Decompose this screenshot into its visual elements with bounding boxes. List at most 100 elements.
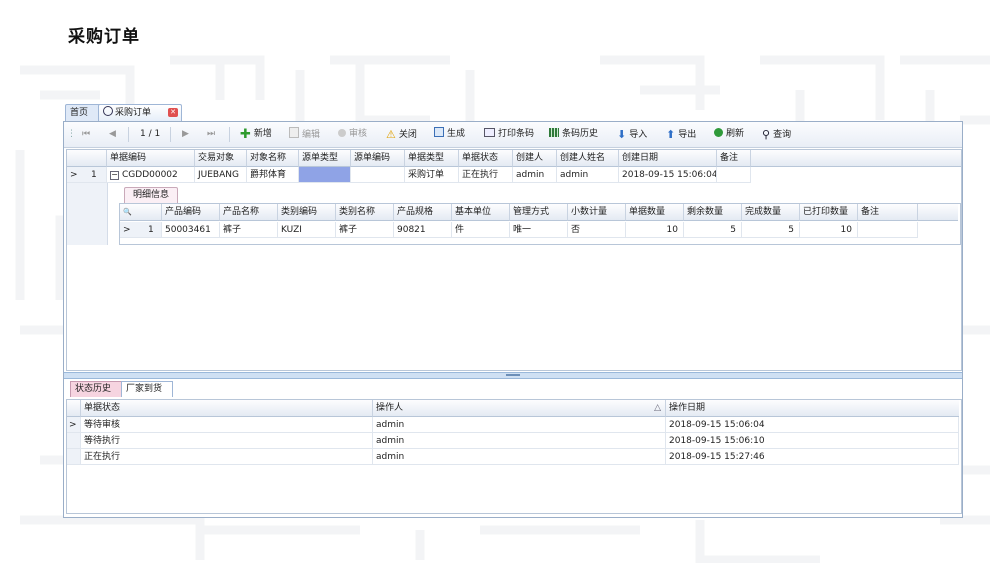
column-header[interactable]: 操作人 △: [373, 400, 666, 417]
splitter-grip-icon[interactable]: [506, 374, 520, 376]
grid-cell[interactable]: 2018-09-15 15:06:10: [666, 433, 959, 449]
barcode-history-button[interactable]: 条码历史: [549, 127, 598, 142]
tab-detail-info[interactable]: 明细信息: [124, 187, 179, 204]
query-button[interactable]: ⚲ 查询: [762, 127, 791, 142]
plus-icon: ✚: [240, 127, 251, 142]
column-header[interactable]: 产品名称: [220, 204, 278, 221]
refresh-button[interactable]: 刷新: [714, 127, 744, 142]
first-page-button[interactable]: ⏮: [82, 127, 90, 142]
grid-cell[interactable]: JUEBANG: [195, 167, 247, 183]
toolbar: ⋮ ⏮ ◀ 1 / 1 ▶ ⏭ ✚ 新增 编辑 审核 ⚠ 关闭 生成 打印条码 条码…: [64, 122, 962, 148]
grid-cell[interactable]: [351, 167, 405, 183]
grid-cell[interactable]: admin: [373, 449, 666, 465]
column-header[interactable]: 备注: [717, 150, 751, 167]
grid-cell[interactable]: 裤子: [336, 222, 394, 238]
grid-cell[interactable]: [858, 222, 918, 238]
grid-cell[interactable]: 采购订单: [405, 167, 459, 183]
current-row-arrow-icon[interactable]: >: [67, 417, 81, 433]
tab-purchase-order[interactable]: 采购订单 ✕: [98, 104, 182, 121]
column-header[interactable]: 单据数量: [626, 204, 684, 221]
detail-search-icon[interactable]: 🔍: [120, 204, 162, 221]
column-header[interactable]: 管理方式: [510, 204, 568, 221]
audit-icon: [338, 129, 346, 137]
grid-cell[interactable]: 90821: [394, 222, 452, 238]
grid-cell[interactable]: 2018-09-15 15:27:46: [666, 449, 959, 465]
grid-cell[interactable]: 50003461: [162, 222, 220, 238]
add-button[interactable]: ✚ 新增: [240, 127, 272, 142]
grid-corner: [67, 400, 81, 417]
column-header[interactable]: 剩余数量: [684, 204, 742, 221]
grid-cell[interactable]: 否: [568, 222, 626, 238]
column-header[interactable]: 产品编码: [162, 204, 220, 221]
column-header[interactable]: 已打印数量: [800, 204, 858, 221]
column-header[interactable]: 备注: [858, 204, 918, 221]
grid-cell[interactable]: 爵邦体育: [247, 167, 299, 183]
column-header[interactable]: 基本单位: [452, 204, 510, 221]
grid-cell[interactable]: 唯一: [510, 222, 568, 238]
column-header[interactable]: 完成数量: [742, 204, 800, 221]
grid-cell[interactable]: 件: [452, 222, 510, 238]
audit-button[interactable]: 审核: [338, 127, 367, 142]
tab-vendor-arrival[interactable]: 厂家到货: [121, 381, 173, 397]
column-header[interactable]: 产品规格: [394, 204, 452, 221]
row-indicator[interactable]: > 1: [67, 167, 107, 183]
column-header[interactable]: 创建日期: [619, 150, 717, 167]
column-header[interactable]: 源单类型: [299, 150, 351, 167]
edit-button[interactable]: 编辑: [289, 127, 320, 142]
row-indicator[interactable]: >1: [120, 222, 162, 238]
print-barcode-button[interactable]: 打印条码: [484, 127, 534, 142]
last-page-button[interactable]: ⏭: [207, 127, 215, 142]
next-page-button[interactable]: ▶: [182, 127, 189, 142]
prev-page-button[interactable]: ◀: [109, 127, 116, 142]
column-header[interactable]: 操作日期: [666, 400, 959, 417]
close-order-button-label: 关闭: [398, 130, 417, 140]
tab-status-history[interactable]: 状态历史: [70, 381, 122, 397]
column-header[interactable]: 单据编码: [107, 150, 195, 167]
row-index: 1: [91, 170, 97, 180]
row-indicator[interactable]: [67, 449, 81, 465]
tab-home[interactable]: 首页: [65, 104, 101, 121]
grid-cell[interactable]: admin: [373, 433, 666, 449]
column-header[interactable]: 类别名称: [336, 204, 394, 221]
column-header[interactable]: 类别编码: [278, 204, 336, 221]
column-header[interactable]: 创建人: [513, 150, 557, 167]
grid-cell-selected[interactable]: [299, 167, 351, 183]
grid-cell[interactable]: 2018-09-15 15:06:04: [619, 167, 717, 183]
edit-icon: [289, 127, 299, 138]
column-header[interactable]: 单据状态: [81, 400, 373, 417]
column-header[interactable]: 单据类型: [405, 150, 459, 167]
column-header[interactable]: 单据状态: [459, 150, 513, 167]
grid-cell[interactable]: 5: [684, 222, 742, 238]
close-order-button[interactable]: ⚠ 关闭: [386, 127, 417, 142]
grid-cell[interactable]: 正在执行: [81, 449, 373, 465]
column-header[interactable]: 源单编码: [351, 150, 405, 167]
column-header[interactable]: 创建人姓名: [557, 150, 619, 167]
column-header[interactable]: 交易对象: [195, 150, 247, 167]
generate-button[interactable]: 生成: [434, 127, 465, 142]
grid-cell[interactable]: 2018-09-15 15:06:04: [666, 417, 959, 433]
grid-cell[interactable]: admin: [557, 167, 619, 183]
sort-ascending-icon: △: [654, 403, 661, 413]
grid-cell[interactable]: [717, 167, 751, 183]
grid-cell[interactable]: 等待执行: [81, 433, 373, 449]
splitter[interactable]: [64, 372, 962, 379]
collapse-icon[interactable]: −: [110, 171, 119, 180]
grid-cell[interactable]: 裤子: [220, 222, 278, 238]
grid-cell[interactable]: − CGDD00002: [107, 167, 195, 183]
grid-cell[interactable]: 5: [742, 222, 800, 238]
grid-cell[interactable]: 正在执行: [459, 167, 513, 183]
column-header[interactable]: 对象名称: [247, 150, 299, 167]
warning-icon: ⚠: [386, 128, 396, 141]
grid-cell[interactable]: 10: [626, 222, 684, 238]
grid-cell[interactable]: admin: [513, 167, 557, 183]
grid-cell[interactable]: 10: [800, 222, 858, 238]
grid-cell[interactable]: admin: [373, 417, 666, 433]
export-button[interactable]: ⬆ 导出: [666, 127, 696, 142]
row-indicator[interactable]: [67, 433, 81, 449]
import-button[interactable]: ⬇ 导入: [617, 127, 647, 142]
close-icon[interactable]: ✕: [168, 108, 178, 117]
grid-cell[interactable]: 等待审核: [81, 417, 373, 433]
grid-cell[interactable]: KUZI: [278, 222, 336, 238]
column-header[interactable]: 小数计量: [568, 204, 626, 221]
import-button-label: 导入: [629, 130, 648, 140]
